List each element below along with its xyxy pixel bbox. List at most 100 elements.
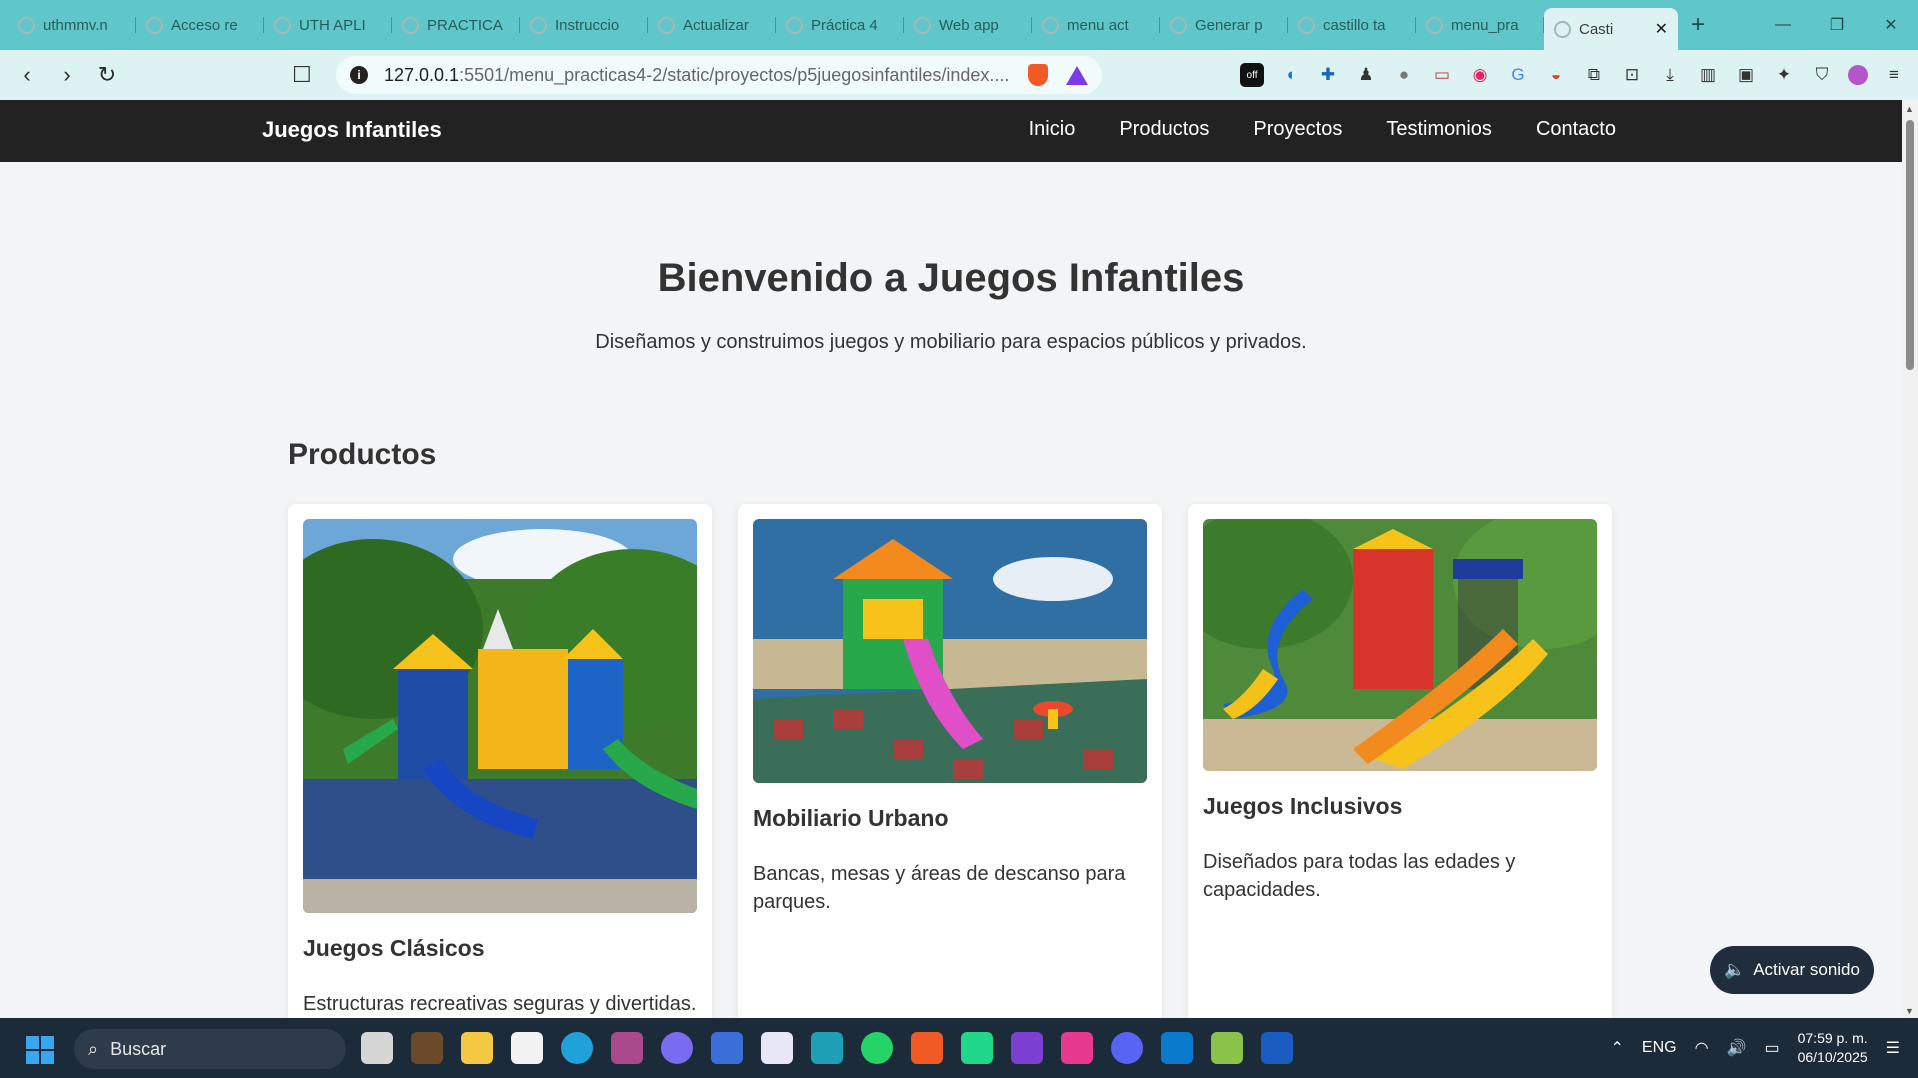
tab-5[interactable]: Actualizar [648, 6, 776, 44]
download-icon[interactable]: ⤓ [1658, 63, 1682, 87]
url-host: 127.0.0.1 [384, 64, 460, 85]
tab-11[interactable]: menu_pra [1416, 6, 1544, 44]
tab-1[interactable]: Acceso re [136, 6, 264, 44]
page-viewport: Juegos Infantiles Inicio Productos Proye… [0, 100, 1902, 1018]
shield-icon[interactable]: ⛉ [1810, 63, 1834, 87]
store-icon[interactable] [511, 1032, 543, 1064]
tab-8[interactable]: menu act [1032, 6, 1160, 44]
tab-label: Práctica 4 [811, 16, 878, 34]
discord-icon[interactable] [1111, 1032, 1143, 1064]
word-icon[interactable] [1261, 1032, 1293, 1064]
nav-link-inicio[interactable]: Inicio [1029, 118, 1076, 141]
task-view-icon[interactable] [361, 1032, 393, 1064]
edge-icon[interactable] [561, 1032, 593, 1064]
cast-icon[interactable]: ▭ [1430, 63, 1454, 87]
site-brand[interactable]: Juegos Infantiles [262, 117, 442, 143]
new-tab-button[interactable]: + [1678, 11, 1718, 39]
minecraft-icon[interactable] [411, 1032, 443, 1064]
wallet-icon[interactable]: ▣ [1734, 63, 1758, 87]
page-scrollbar[interactable]: ▲ ▼ [1902, 100, 1918, 1018]
copilot-icon[interactable] [661, 1032, 693, 1064]
scroll-down-icon[interactable]: ▼ [1905, 1006, 1914, 1016]
color-icon[interactable]: ◉ [1468, 63, 1492, 87]
game-icon[interactable]: ◒ [1544, 63, 1568, 87]
tab-6[interactable]: Práctica 4 [776, 6, 904, 44]
tab-9[interactable]: Generar p [1160, 6, 1288, 44]
wifi-icon[interactable]: ◠ [1695, 1038, 1709, 1058]
sidepanel-icon[interactable]: ▥ [1696, 63, 1720, 87]
battery-icon[interactable]: ▭ [1764, 1038, 1779, 1058]
notifications-icon[interactable]: ☰ [1886, 1038, 1900, 1058]
tab-active[interactable]: Casti ✕ [1544, 8, 1678, 50]
scroll-up-icon[interactable]: ▲ [1905, 104, 1914, 114]
product-title-inclusivos: Juegos Inclusivos [1203, 793, 1403, 819]
language-indicator[interactable]: ENG [1642, 1039, 1677, 1057]
ai-icon[interactable]: ✦ [1772, 63, 1796, 87]
minimize-icon[interactable]: — [1756, 0, 1810, 50]
windows-taskbar: ⌕ Buscar ⌃ ENG ◠ 🔊 ▭ 07:59 p. m. 06/10/2… [0, 1018, 1918, 1078]
vscode-icon[interactable] [1161, 1032, 1193, 1064]
restore-icon[interactable]: ❐ [1810, 0, 1864, 50]
winrar-icon[interactable] [611, 1032, 643, 1064]
network-app-icon[interactable] [711, 1032, 743, 1064]
chevron-up-icon[interactable]: ⌃ [1610, 1038, 1623, 1058]
off-badge-icon[interactable]: off [1240, 63, 1264, 87]
notepad-icon[interactable] [1211, 1032, 1243, 1064]
taskbar-search[interactable]: ⌕ Buscar [74, 1029, 346, 1069]
brave-shields-icon[interactable] [1028, 64, 1048, 86]
snipping-tool-icon[interactable] [761, 1032, 793, 1064]
close-window-icon[interactable]: ✕ [1864, 0, 1918, 50]
wamp-icon[interactable] [1061, 1032, 1093, 1064]
clock[interactable]: 07:59 p. m. 06/10/2025 [1798, 1029, 1868, 1067]
volume-icon[interactable]: 🔊 [1727, 1038, 1747, 1058]
forward-icon[interactable]: › [48, 56, 86, 94]
nav-link-proyectos[interactable]: Proyectos [1253, 118, 1342, 141]
audio-icon[interactable]: ◖ [1278, 63, 1302, 87]
scrollbar-thumb[interactable] [1906, 120, 1914, 370]
tab-4[interactable]: Instruccio [520, 6, 648, 44]
owl-icon[interactable]: ● [1392, 63, 1416, 87]
nav-link-productos[interactable]: Productos [1119, 118, 1209, 141]
tab-10[interactable]: castillo ta [1288, 6, 1416, 44]
puzzle-icon[interactable]: ⧉ [1582, 63, 1606, 87]
page-icon [146, 16, 163, 34]
globe-icon [1042, 16, 1059, 34]
nav-link-testimonios[interactable]: Testimonios [1386, 118, 1492, 141]
brave-icon[interactable] [911, 1032, 943, 1064]
whatsapp-icon[interactable] [861, 1032, 893, 1064]
pawn-icon[interactable]: ♟ [1354, 63, 1378, 87]
vb-icon[interactable] [811, 1032, 843, 1064]
menu-icon[interactable]: ≡ [1882, 63, 1906, 87]
tab-label: UTH APLI [299, 16, 366, 34]
file-explorer-icon[interactable] [461, 1032, 493, 1064]
screenshot-icon[interactable]: ⊡ [1620, 63, 1644, 87]
profile-icon[interactable] [1848, 65, 1868, 85]
products-section-title: Productos [288, 438, 437, 471]
tab-7[interactable]: Web app [904, 6, 1032, 44]
tab-0[interactable]: uthmmv.n [8, 6, 136, 44]
chatgpt-icon [658, 16, 675, 34]
product-card-clasicos: Juegos Clásicos Estructuras recreativas … [288, 504, 712, 1018]
brave-rewards-icon[interactable] [1066, 66, 1088, 85]
translate-icon[interactable]: G [1506, 63, 1530, 87]
globe-icon [402, 16, 419, 34]
tab-label: Instruccio [555, 16, 620, 34]
close-tab-icon[interactable]: ✕ [1655, 19, 1668, 39]
doc-icon [274, 16, 291, 34]
back-icon[interactable]: ‹ [8, 56, 46, 94]
site-info-icon[interactable]: i [350, 66, 368, 84]
windows-start-icon[interactable] [26, 1036, 54, 1064]
product-desc-clasicos: Estructuras recreativas seguras y divert… [303, 993, 697, 1015]
activar-sonido-button[interactable]: 🔈 Activar sonido [1710, 946, 1874, 994]
reload-icon[interactable]: ↻ [88, 56, 126, 94]
nav-link-contacto[interactable]: Contacto [1536, 118, 1616, 141]
pycharm-icon[interactable] [961, 1032, 993, 1064]
address-bar[interactable]: i 127.0.0.1:5501/menu_practicas4-2/stati… [336, 56, 1102, 94]
visual-studio-icon[interactable] [1011, 1032, 1043, 1064]
tab-label: PRACTICA [427, 16, 503, 34]
tab-3[interactable]: PRACTICA [392, 6, 520, 44]
extension-blue-icon[interactable]: ✚ [1316, 63, 1340, 87]
tab-2[interactable]: UTH APLI [264, 6, 392, 44]
bookmark-icon[interactable]: ☐ [292, 62, 312, 88]
tab-label: menu_pra [1451, 16, 1519, 34]
